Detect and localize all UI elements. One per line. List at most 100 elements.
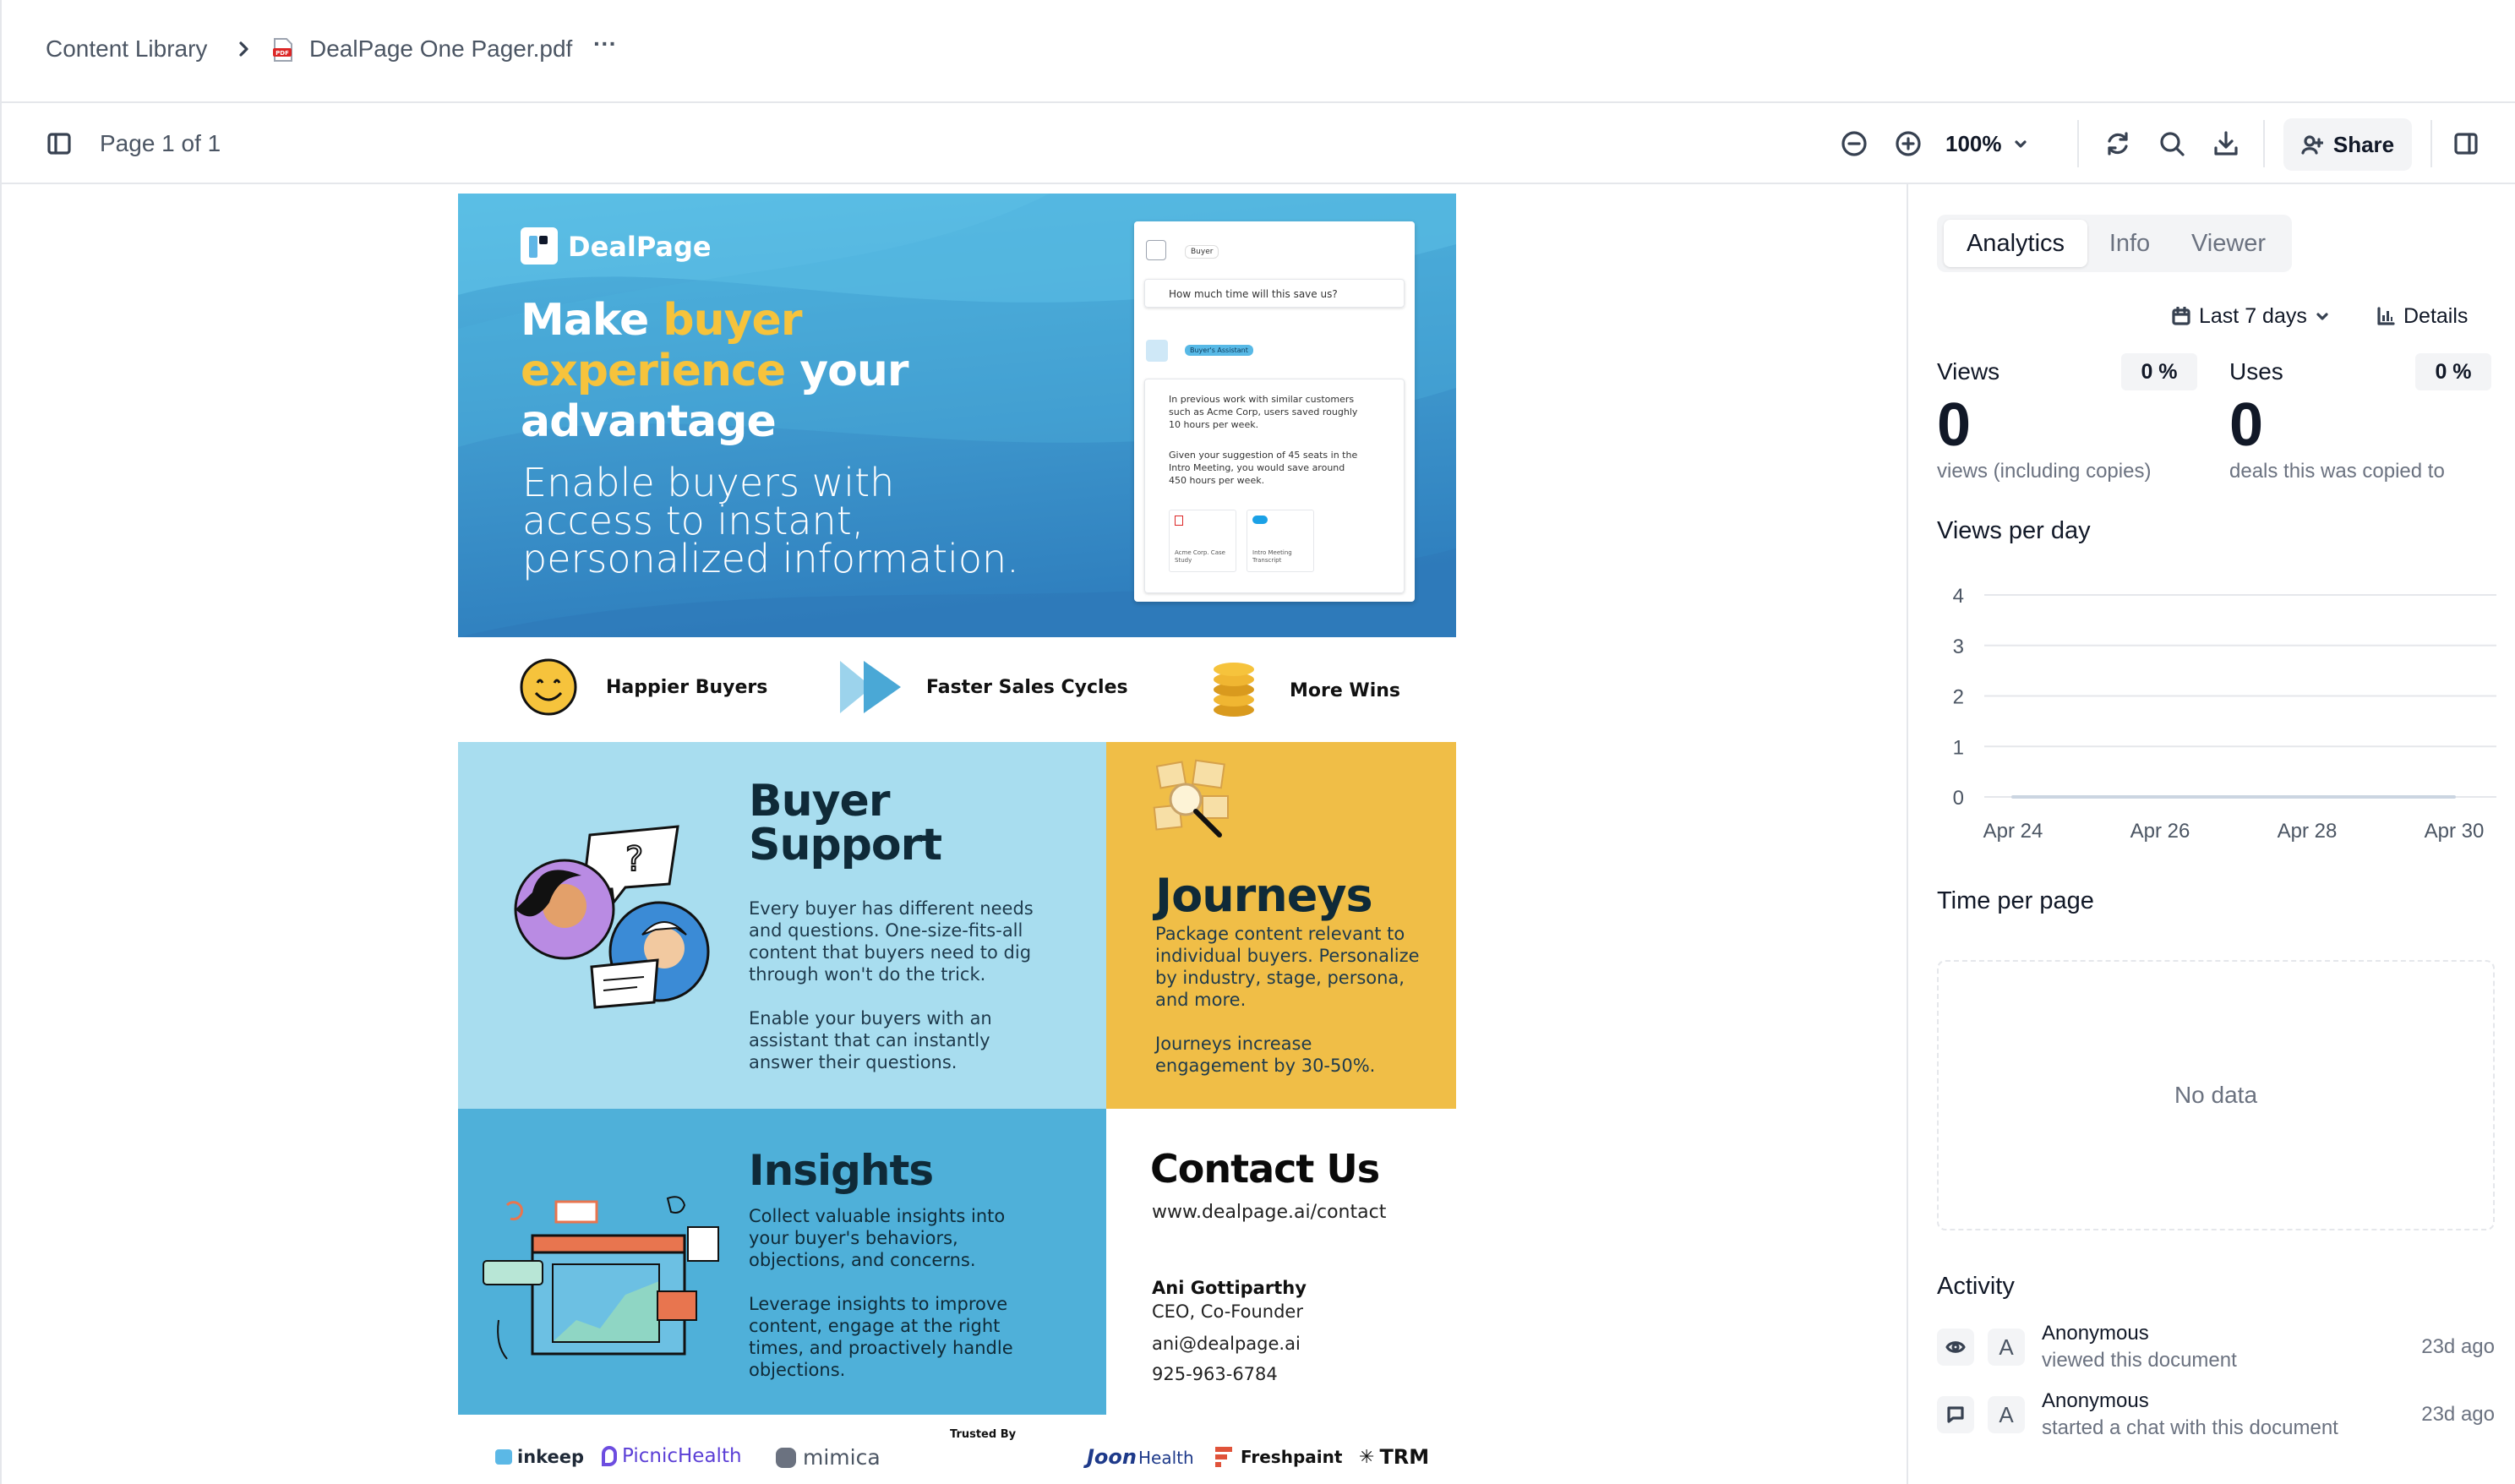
body-line: through won't do the trick. bbox=[749, 964, 986, 985]
activity-action: viewed this document bbox=[2042, 1349, 2237, 1372]
contact-title: Contact Us bbox=[1150, 1146, 1380, 1192]
logo-mimica: mimica bbox=[776, 1445, 881, 1470]
buyer-tag: Buyer bbox=[1185, 245, 1219, 259]
download-button[interactable] bbox=[2206, 123, 2246, 164]
logo-picnichealth: PicnicHealth bbox=[602, 1445, 742, 1467]
activity-user: Anonymous bbox=[2042, 1322, 2149, 1345]
add-user-icon bbox=[2301, 135, 2323, 155]
answer-line: 450 hours per week. bbox=[1169, 475, 1265, 486]
pdf-page: DealPage Make buyer experience your adva… bbox=[458, 194, 1456, 1484]
smiley-icon bbox=[520, 658, 577, 716]
activity-icon-box bbox=[1937, 1329, 1974, 1366]
contact-name: Ani Gottiparthy bbox=[1152, 1278, 1307, 1298]
magnifier-documents-icon bbox=[1153, 759, 1229, 837]
toolbar-divider bbox=[2263, 120, 2265, 167]
tab-viewer[interactable]: Viewer bbox=[2172, 220, 2285, 267]
time-per-page-empty: No data bbox=[1937, 960, 2495, 1230]
analytics-panel: Analytics Info Viewer Last 7 days Detail… bbox=[1907, 184, 2515, 1484]
answer-line: In previous work with similar customers bbox=[1169, 394, 1355, 405]
tab-info[interactable]: Info bbox=[2087, 220, 2172, 267]
views-per-day-title: Views per day bbox=[1937, 517, 2091, 544]
calendar-icon bbox=[2172, 307, 2190, 325]
date-range-label: Last 7 days bbox=[2199, 303, 2307, 328]
details-button[interactable]: Details bbox=[2376, 299, 2468, 333]
body-line: answer their questions. bbox=[749, 1052, 957, 1072]
source-label: Intro Meeting Transcript bbox=[1252, 549, 1292, 564]
benefit-label: Happier Buyers bbox=[606, 677, 768, 698]
chat-mockup: Buyer How much time will this save us? B… bbox=[1134, 221, 1415, 602]
brand-name: DealPage bbox=[568, 231, 712, 263]
activity-item[interactable]: A Anonymous viewed this document 23d ago bbox=[1937, 1320, 2495, 1383]
chevron-right-icon bbox=[239, 41, 248, 57]
insights-title: Insights bbox=[749, 1146, 934, 1195]
views-label: Views bbox=[1937, 358, 2000, 385]
activity-action: started a chat with this document bbox=[2042, 1416, 2338, 1439]
zoom-out-button[interactable] bbox=[1834, 123, 1874, 164]
contact-phone: 925-963-6784 bbox=[1152, 1364, 1278, 1384]
rotate-icon bbox=[2108, 132, 2128, 155]
zoom-in-button[interactable] bbox=[1888, 123, 1929, 164]
mimica-logo-icon bbox=[776, 1447, 796, 1468]
support-illustration: ? bbox=[514, 825, 710, 1009]
sidebar-icon bbox=[47, 133, 71, 155]
support-title: Buyer Support bbox=[749, 779, 942, 867]
insights-illustration bbox=[483, 1196, 719, 1360]
buyer-support-section: ? Buyer Support Every buyer has differen… bbox=[458, 742, 1106, 1109]
details-label: Details bbox=[2403, 303, 2469, 328]
logo-inkeep: inkeep bbox=[495, 1447, 584, 1467]
search-button[interactable] bbox=[2152, 123, 2192, 164]
headline-highlight: buyer bbox=[663, 295, 802, 346]
logo-text: Joon bbox=[1087, 1445, 1137, 1469]
headline-part: your bbox=[785, 346, 908, 396]
bar-chart-icon bbox=[2377, 307, 2395, 325]
toggle-panel-button[interactable] bbox=[2446, 123, 2486, 164]
benefit-label: Faster Sales Cycles bbox=[926, 677, 1128, 698]
x-tick-label: Apr 24 bbox=[1983, 820, 2043, 843]
logo-text: Freshpaint bbox=[1241, 1447, 1343, 1467]
no-data-label: No data bbox=[2174, 1082, 2258, 1108]
picnichealth-logo-icon bbox=[602, 1446, 617, 1466]
buyer-avatar-icon bbox=[1146, 240, 1166, 260]
subheadline-line: Enable buyers with bbox=[522, 460, 895, 505]
journeys-section: Journeys Package content relevant to ind… bbox=[1106, 742, 1456, 1109]
body-line: assistant that can instantly bbox=[749, 1030, 990, 1050]
body-line: individual buyers. Personalize bbox=[1155, 946, 1420, 966]
rotate-button[interactable] bbox=[2098, 123, 2138, 164]
more-options-button[interactable]: ··· bbox=[593, 30, 617, 57]
y-tick-label: 0 bbox=[1953, 787, 1964, 810]
zoom-select[interactable]: 100% bbox=[1945, 123, 2049, 164]
fast-forward-icon bbox=[840, 661, 901, 713]
activity-item[interactable]: A Anonymous started a chat with this doc… bbox=[1937, 1388, 2495, 1450]
breadcrumb-file-name[interactable]: DealPage One Pager.pdf bbox=[309, 35, 572, 63]
body-line: and questions. One-size-fits-all bbox=[749, 920, 1023, 941]
share-label: Share bbox=[2332, 131, 2395, 157]
answer-paragraph: Given your suggestion of 45 seats in the… bbox=[1169, 449, 1357, 487]
share-button[interactable]: Share bbox=[2283, 118, 2412, 171]
inkeep-logo-icon bbox=[495, 1449, 512, 1465]
zoom-in-icon bbox=[1896, 131, 1921, 156]
source-card: Acme Corp. Case Study bbox=[1169, 510, 1236, 572]
x-tick-label: Apr 28 bbox=[2278, 820, 2338, 843]
journeys-paragraph: Journeys increase engagement by 30-50%. bbox=[1155, 1033, 1375, 1077]
journeys-paragraph: Package content relevant to individual b… bbox=[1155, 923, 1420, 1011]
zoom-value: 100% bbox=[1945, 130, 2002, 156]
journeys-title: Journeys bbox=[1155, 869, 1373, 922]
freshpaint-logo-icon bbox=[1215, 1447, 1232, 1467]
eye-icon bbox=[1945, 1341, 1966, 1353]
hero-headline: Make buyer experience your advantage bbox=[521, 295, 909, 447]
answer-line: Given your suggestion of 45 seats in the bbox=[1169, 450, 1358, 461]
body-line: content that buyers need to dig bbox=[749, 942, 1032, 963]
breadcrumb-content-library[interactable]: Content Library bbox=[46, 35, 207, 63]
activity-time: 23d ago bbox=[2421, 1335, 2495, 1358]
date-range-select[interactable]: Last 7 days bbox=[2172, 299, 2329, 333]
tab-analytics[interactable]: Analytics bbox=[1944, 220, 2087, 267]
support-paragraph: Enable your buyers with an assistant tha… bbox=[749, 1007, 992, 1073]
panel-right-icon bbox=[2454, 133, 2478, 155]
activity-title: Activity bbox=[1937, 1273, 2015, 1300]
subheadline-line: personalized information. bbox=[522, 536, 1019, 581]
answer-line: such as Acme Corp, users saved roughly bbox=[1169, 406, 1358, 417]
toggle-sidebar-button[interactable] bbox=[39, 123, 79, 164]
question-text: How much time will this save us? bbox=[1169, 288, 1338, 300]
viewer-toolbar: Page 1 of 1 100% Share bbox=[2, 103, 2515, 184]
svg-text:PDF: PDF bbox=[276, 50, 289, 57]
